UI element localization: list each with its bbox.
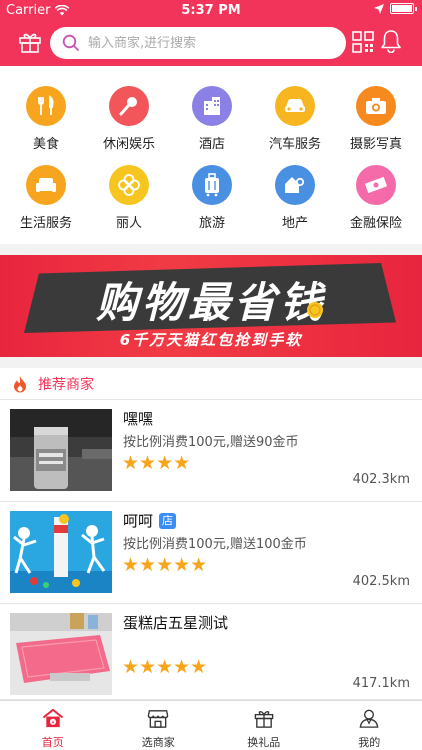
fork-knife-icon — [26, 86, 66, 126]
search-input[interactable] — [88, 35, 318, 51]
category-grid: 美食 休闲娱乐 酒店 汽车服务 摄影写真 生活服务 丽人 旅游 地产 金融保险 — [0, 66, 422, 244]
banner-subtitle: 6千万天猫红包抢到手软 — [119, 331, 303, 349]
gift-icon — [254, 711, 274, 728]
battery-icon — [390, 3, 417, 14]
category-label: 生活服务 — [19, 216, 72, 231]
recommended-header: 推荐商家 — [0, 368, 422, 400]
merchant-row[interactable]: 呵呵 店 按比例消费100元,赠送100金币 ★★★★★ 402.5km — [0, 502, 422, 604]
gift-icon[interactable] — [18, 30, 42, 54]
tab-label: 换礼品 — [247, 736, 281, 749]
car-icon — [275, 86, 315, 126]
top-header: Carrier 5:37 PM — [0, 0, 422, 66]
sofa-icon — [26, 165, 66, 205]
search-icon — [62, 34, 80, 52]
merchant-distance: 402.3km — [352, 472, 410, 487]
status-time: 5:37 PM — [181, 3, 241, 18]
tab-gifts[interactable]: 换礼品 — [211, 701, 317, 750]
home-icon: ¥ — [42, 708, 63, 728]
flame-icon — [14, 375, 26, 392]
category-label: 地产 — [281, 216, 308, 231]
coin-icon — [307, 302, 323, 318]
category-label: 丽人 — [115, 216, 142, 231]
category-beauty[interactable]: 丽人 — [87, 165, 171, 245]
merchant-name: 呵呵 店 — [123, 510, 177, 531]
tab-mine[interactable]: 我的 — [317, 701, 422, 750]
category-entertainment[interactable]: 休闲娱乐 — [87, 86, 171, 166]
category-label: 金融保险 — [349, 216, 402, 231]
tab-label: 首页 — [41, 736, 64, 749]
category-hotel[interactable]: 酒店 — [170, 86, 254, 166]
category-finance[interactable]: 金融保险 — [334, 165, 418, 245]
merchant-photo — [10, 511, 112, 593]
category-label: 酒店 — [198, 137, 225, 152]
merchant-desc: 按比例消费100元,赠送100金币 — [123, 537, 307, 552]
svg-text:¥: ¥ — [51, 720, 54, 726]
tab-home[interactable]: ¥ 首页 — [0, 701, 106, 750]
category-label: 旅游 — [198, 216, 225, 231]
merchant-row[interactable]: 蛋糕店五星测试 ★★★★★ 417.1km — [0, 604, 422, 700]
tab-label: 选商家 — [141, 736, 175, 749]
rating-stars: ★★★★★ — [122, 656, 208, 678]
merchant-name-text: 呵呵 — [123, 512, 154, 530]
merchant-distance: 417.1km — [352, 676, 410, 691]
status-right — [374, 3, 417, 14]
bottom-tab-bar: ¥ 首页 选商家 换礼品 我的 — [0, 700, 422, 750]
location-arrow-icon — [374, 3, 384, 14]
house-key-icon — [275, 165, 315, 205]
search-bar[interactable] — [50, 27, 346, 59]
merchant-name-text: 蛋糕店五星测试 — [123, 614, 229, 632]
suitcase-icon — [192, 165, 232, 205]
rating-stars: ★★★★ — [122, 452, 191, 474]
merchant-photo — [10, 409, 112, 491]
money-icon — [356, 165, 396, 205]
category-label: 摄影写真 — [349, 137, 402, 152]
merchant-name: 蛋糕店五星测试 — [123, 612, 228, 633]
flower-icon — [109, 165, 149, 205]
recommended-title: 推荐商家 — [38, 376, 94, 393]
category-real-estate[interactable]: 地产 — [253, 165, 337, 245]
tab-label: 我的 — [358, 736, 381, 749]
promo-banner[interactable]: 购物最省钱 6千万天猫红包抢到手软 — [0, 255, 422, 357]
category-car-service[interactable]: 汽车服务 — [253, 86, 337, 166]
category-life-service[interactable]: 生活服务 — [4, 165, 88, 245]
category-travel[interactable]: 旅游 — [170, 165, 254, 245]
rating-stars: ★★★★★ — [122, 554, 208, 576]
bell-icon[interactable] — [380, 29, 402, 53]
merchant-distance: 402.5km — [352, 574, 410, 589]
category-photography[interactable]: 摄影写真 — [334, 86, 418, 166]
merchant-name-text: 嘿嘿 — [123, 410, 154, 428]
status-bar: Carrier 5:37 PM — [0, 0, 422, 20]
qr-code-icon[interactable] — [352, 31, 374, 53]
hotel-building-icon — [192, 86, 232, 126]
store-badge: 店 — [159, 512, 177, 529]
store-icon — [147, 710, 169, 728]
camera-icon — [356, 86, 396, 126]
person-icon — [359, 709, 379, 728]
category-label: 美食 — [32, 137, 59, 152]
category-food[interactable]: 美食 — [4, 86, 88, 166]
merchant-row[interactable]: 嘿嘿 按比例消费100元,赠送90金币 ★★★★ 402.3km — [0, 400, 422, 502]
microphone-icon — [109, 86, 149, 126]
category-label: 汽车服务 — [268, 137, 321, 152]
category-label: 休闲娱乐 — [102, 137, 155, 152]
merchant-name: 嘿嘿 — [123, 408, 153, 429]
merchant-photo — [10, 613, 112, 695]
merchant-desc: 按比例消费100元,赠送90金币 — [123, 435, 299, 450]
tab-merchants[interactable]: 选商家 — [106, 701, 212, 750]
banner-title: 购物最省钱 — [95, 278, 326, 327]
